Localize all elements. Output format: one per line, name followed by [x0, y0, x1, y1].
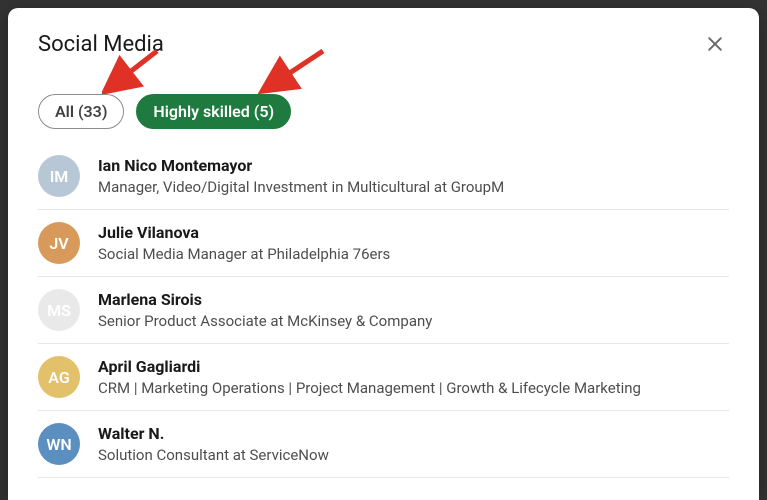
endorser-headline: CRM | Marketing Operations | Project Man… — [98, 378, 729, 398]
avatar: AG — [38, 356, 80, 398]
endorser-name: Marlena Sirois — [98, 289, 729, 311]
endorser-headline: Manager, Video/Digital Investment in Mul… — [98, 177, 729, 197]
endorser-name: April Gagliardi — [98, 356, 729, 378]
list-item[interactable]: WN Walter N. Solution Consultant at Serv… — [38, 411, 729, 478]
filter-all[interactable]: All (33) — [38, 94, 124, 129]
endorser-headline: Solution Consultant at ServiceNow — [98, 445, 729, 465]
list-item-info: Walter N. Solution Consultant at Service… — [98, 423, 729, 465]
endorser-name: Walter N. — [98, 423, 729, 445]
list-item-info: Ian Nico Montemayor Manager, Video/Digit… — [98, 155, 729, 197]
list-item[interactable]: MS Marlena Sirois Senior Product Associa… — [38, 277, 729, 344]
close-icon — [705, 34, 725, 54]
list-item-info: April Gagliardi CRM | Marketing Operatio… — [98, 356, 729, 398]
avatar: JV — [38, 222, 80, 264]
filter-highly-skilled[interactable]: Highly skilled (5) — [136, 94, 291, 129]
list-item-info: Marlena Sirois Senior Product Associate … — [98, 289, 729, 331]
list-item[interactable]: IM Ian Nico Montemayor Manager, Video/Di… — [38, 155, 729, 210]
endorser-name: Julie Vilanova — [98, 222, 729, 244]
list-item[interactable]: JV Julie Vilanova Social Media Manager a… — [38, 210, 729, 277]
list-item[interactable]: AG April Gagliardi CRM | Marketing Opera… — [38, 344, 729, 411]
avatar: WN — [38, 423, 80, 465]
modal-title: Social Media — [38, 32, 164, 57]
endorser-headline: Senior Product Associate at McKinsey & C… — [98, 311, 729, 331]
endorser-list: IM Ian Nico Montemayor Manager, Video/Di… — [38, 155, 729, 478]
avatar: MS — [38, 289, 80, 331]
endorsements-modal: Social Media All (33) Highly skilled (5)… — [8, 8, 759, 500]
list-item-info: Julie Vilanova Social Media Manager at P… — [98, 222, 729, 264]
filter-pills: All (33) Highly skilled (5) — [38, 94, 729, 129]
modal-header: Social Media — [38, 30, 729, 58]
close-button[interactable] — [701, 30, 729, 58]
endorser-headline: Social Media Manager at Philadelphia 76e… — [98, 244, 729, 264]
avatar: IM — [38, 155, 80, 197]
endorser-name: Ian Nico Montemayor — [98, 155, 729, 177]
